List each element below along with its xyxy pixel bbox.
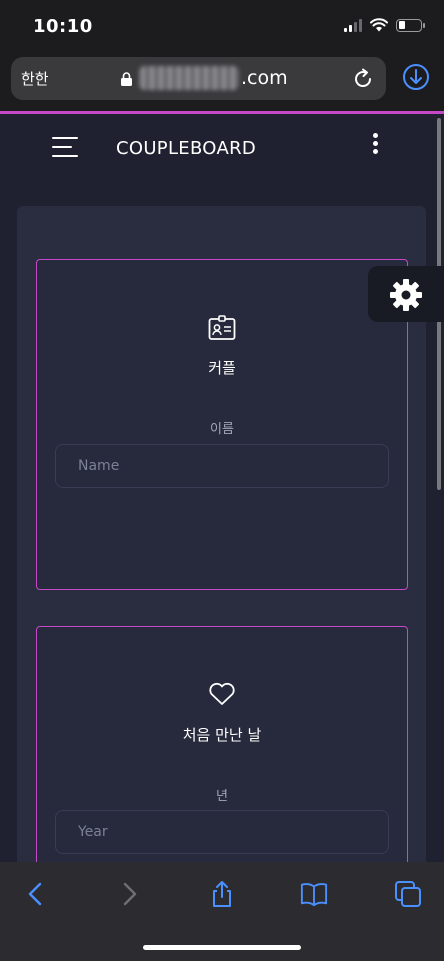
- wifi-icon: [370, 18, 388, 32]
- status-time: 10:10: [33, 16, 93, 37]
- settings-button[interactable]: [368, 266, 444, 322]
- hamburger-menu-icon[interactable]: [52, 137, 78, 159]
- id-card-icon: [208, 315, 236, 340]
- app-header: COUPLEBOARD: [0, 114, 444, 186]
- url-field[interactable]: 한한 .com: [11, 57, 386, 100]
- year-label: 년: [216, 789, 228, 804]
- url-suffix: .com: [241, 67, 288, 89]
- browser-bar: 한한 .com: [0, 52, 444, 112]
- bookmarks-icon[interactable]: [300, 880, 328, 908]
- url-redacted: [139, 66, 239, 90]
- status-icons: [344, 18, 425, 32]
- card-title: 커플: [208, 359, 236, 377]
- name-input[interactable]: [55, 444, 389, 488]
- name-label: 이름: [210, 422, 234, 437]
- reload-icon[interactable]: [352, 68, 374, 90]
- browser-toolbar: [0, 862, 444, 961]
- battery-icon: [396, 18, 425, 32]
- more-options-icon[interactable]: [371, 133, 379, 157]
- download-icon[interactable]: [402, 63, 430, 91]
- back-arrow-icon[interactable]: [22, 880, 50, 908]
- card-title: 처음 만난 날: [182, 726, 262, 744]
- year-input[interactable]: [55, 810, 389, 854]
- first-met-card: 처음 만난 날 년: [36, 626, 408, 886]
- home-indicator[interactable]: [143, 945, 301, 950]
- gear-icon: [390, 279, 422, 311]
- url-text[interactable]: .com: [139, 66, 288, 90]
- forward-arrow-icon[interactable]: [115, 880, 143, 908]
- share-icon[interactable]: [208, 880, 236, 908]
- app-title[interactable]: COUPLEBOARD: [116, 138, 256, 159]
- tabs-icon[interactable]: [394, 880, 422, 908]
- cellular-signal-icon: [344, 18, 362, 32]
- page-settings-label[interactable]: 한한: [21, 68, 49, 89]
- status-bar: 10:10: [0, 0, 444, 52]
- lock-icon: [121, 72, 132, 86]
- heart-icon: [209, 682, 235, 705]
- couple-card: 커플 이름: [36, 259, 408, 590]
